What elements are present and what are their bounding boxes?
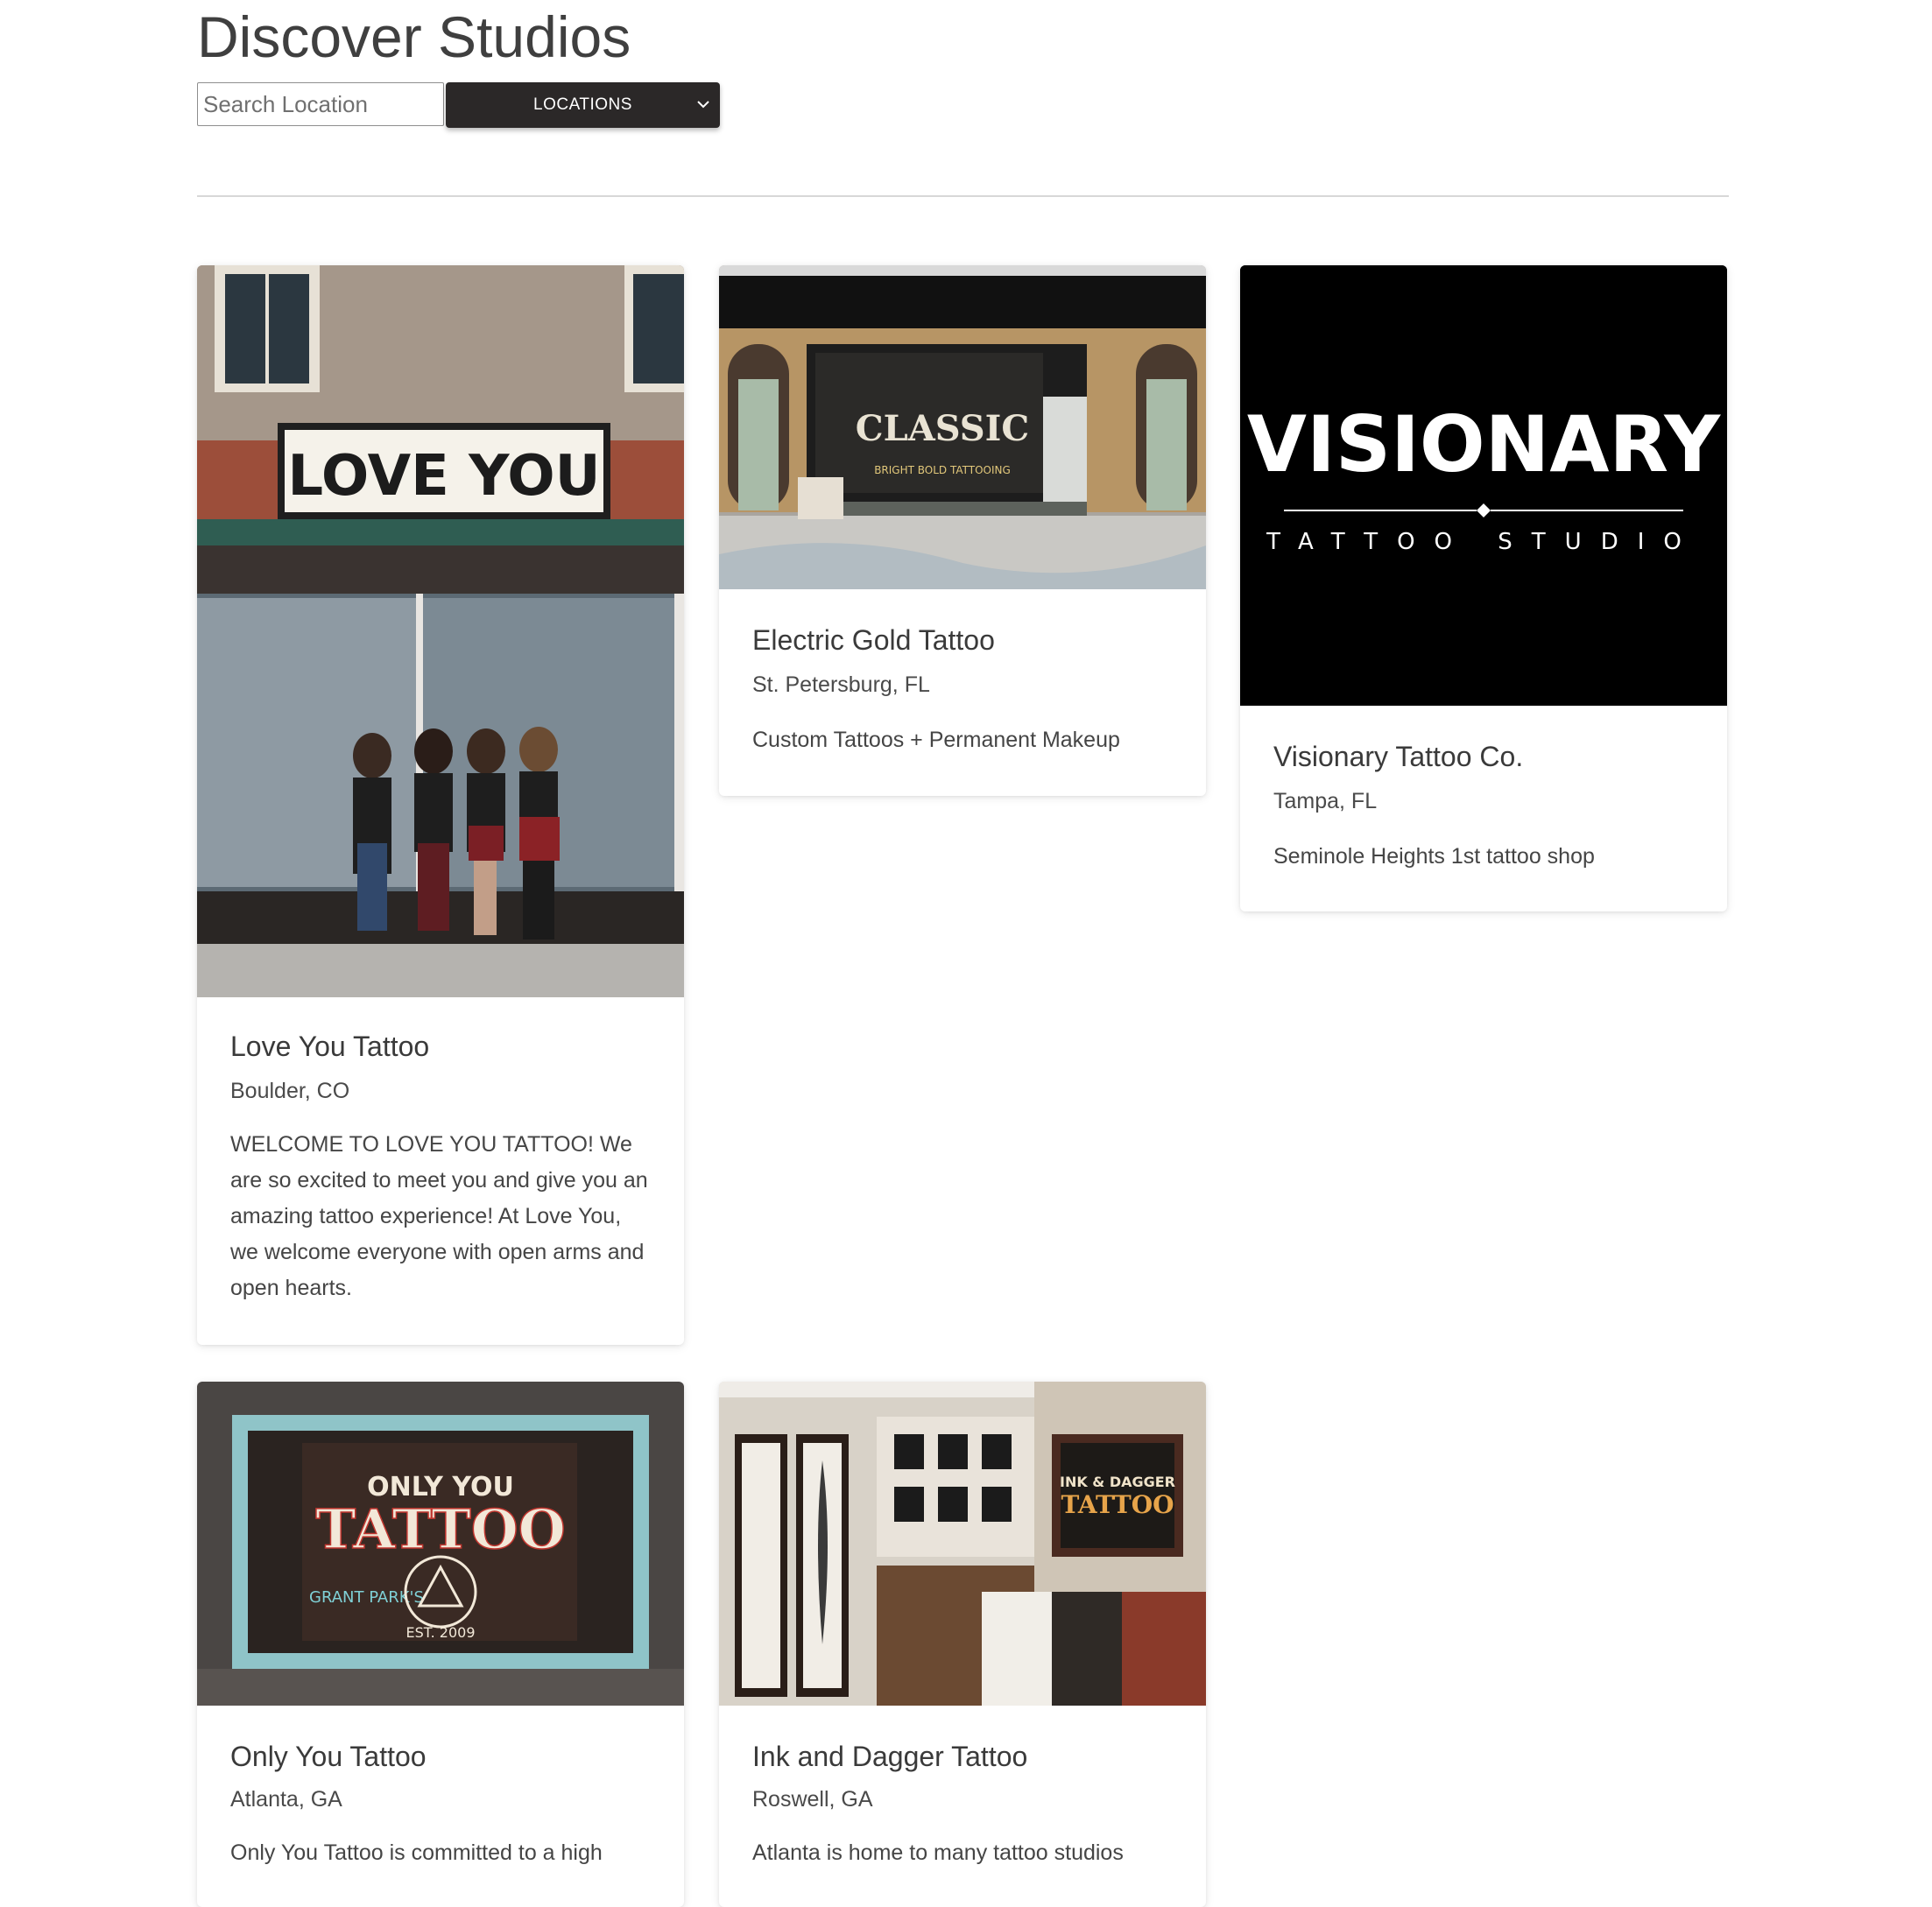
studio-card[interactable]: INK & DAGGER TATTOO Ink and Dagger Tatto… — [719, 1382, 1206, 1907]
studio-name[interactable]: Electric Gold Tattoo — [752, 623, 1173, 658]
studio-description: Custom Tattoos + Permanent Makeup — [752, 728, 1120, 752]
studio-card[interactable]: ONLY YOU TATTOO GRANT PARK'S EST. 2009 O… — [197, 1382, 684, 1907]
studio-description: WELCOME TO LOVE YOU TATTOO! We are so ex… — [230, 1132, 648, 1300]
page-title: Discover Studios — [197, 4, 631, 69]
studio-sign-text: INK & DAGGER — [1060, 1474, 1175, 1490]
studio-name[interactable]: Love You Tattoo — [230, 1029, 651, 1064]
studio-card[interactable]: CLASSIC BRIGHT BOLD TATTOOING Electric G… — [719, 265, 1206, 796]
studio-sign-subtext: BRIGHT BOLD TATTOOING — [874, 464, 1011, 476]
header-divider — [197, 195, 1729, 197]
logo-subtext: TATTOO STUDIO — [1266, 529, 1701, 555]
studio-sign-est: EST. 2009 — [405, 1624, 475, 1641]
locations-dropdown[interactable]: LOCATIONS — [446, 82, 720, 128]
studio-name[interactable]: Visionary Tattoo Co. — [1273, 739, 1694, 774]
studio-description: Atlanta is home to many tattoo studios — [752, 1840, 1124, 1865]
studio-logo: VISIONARY TATTOO STUDIO — [1240, 265, 1727, 706]
chevron-down-icon — [697, 101, 709, 109]
studio-name[interactable]: Ink and Dagger Tattoo — [752, 1739, 1173, 1774]
studio-photo: ONLY YOU TATTOO GRANT PARK'S EST. 2009 — [197, 1382, 684, 1706]
studio-sign-text: CLASSIC — [856, 408, 1029, 449]
studio-description: Only You Tattoo is committed to a high — [230, 1840, 603, 1865]
studio-name[interactable]: Only You Tattoo — [230, 1739, 651, 1774]
locations-dropdown-label: LOCATIONS — [533, 95, 632, 114]
studio-description: Seminole Heights 1st tattoo shop — [1273, 844, 1595, 869]
logo-text: VISIONARY — [1247, 399, 1721, 489]
studio-photo: LOVE YOU — [197, 265, 684, 997]
search-location-input[interactable] — [197, 82, 444, 126]
studio-card[interactable]: VISIONARY TATTOO STUDIO Visionary Tattoo… — [1240, 265, 1727, 911]
studio-sign-subtext: TATTOO — [1061, 1490, 1174, 1519]
studio-card[interactable]: LOVE YOU Love You Tattoo Boulder, CO WEL… — [197, 265, 684, 1345]
studio-location: Roswell, GA — [752, 1787, 873, 1812]
studio-location: St. Petersburg, FL — [752, 672, 930, 697]
studio-location: Tampa, FL — [1273, 789, 1378, 813]
studio-sign-text: LOVE YOU — [287, 444, 600, 509]
studio-photo: CLASSIC BRIGHT BOLD TATTOOING — [719, 265, 1206, 589]
studio-location: Atlanta, GA — [230, 1787, 342, 1812]
studio-sign-text: TATTOO — [315, 1497, 566, 1561]
studio-location: Boulder, CO — [230, 1079, 350, 1103]
studio-photo: INK & DAGGER TATTOO — [719, 1382, 1206, 1706]
